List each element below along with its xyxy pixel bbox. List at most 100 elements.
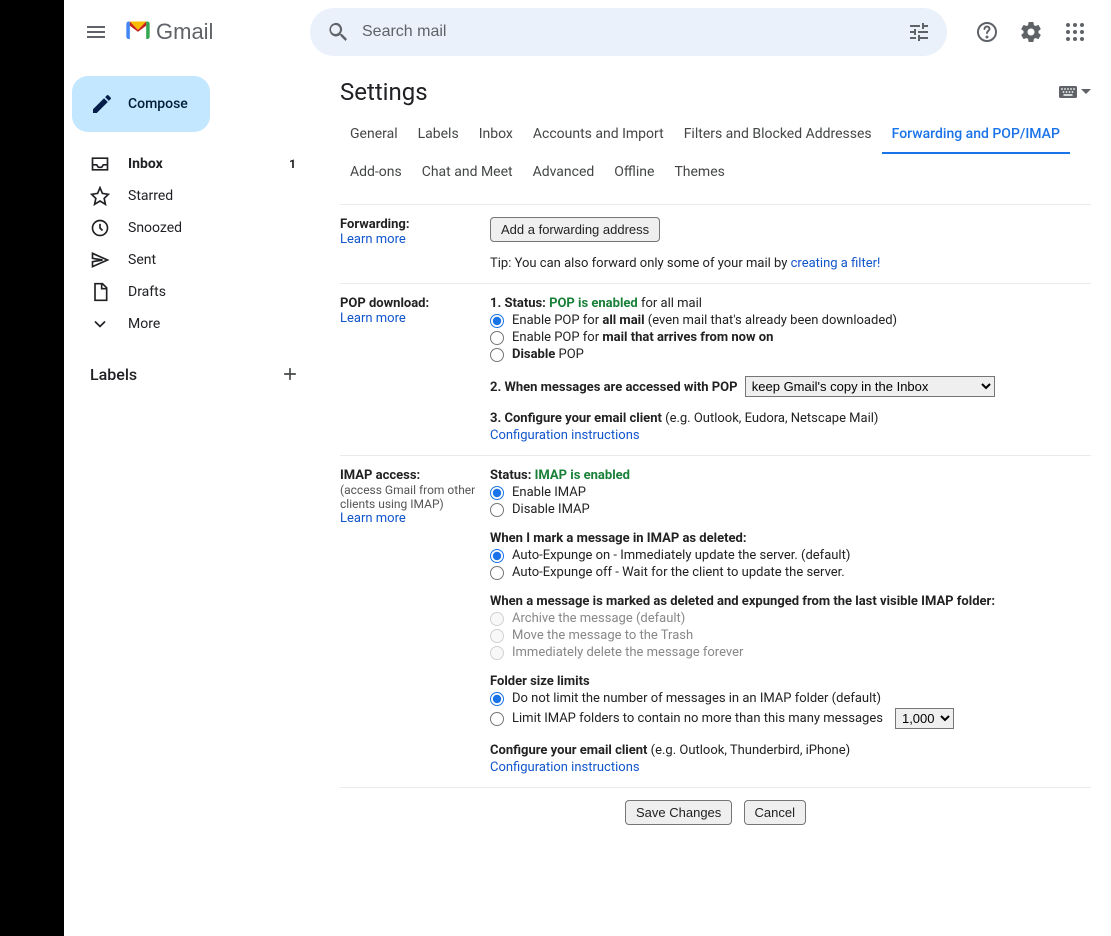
pop-action-select[interactable]: keep Gmail's copy in the Inbox xyxy=(745,376,995,397)
imap-deleted-heading: When I mark a message in IMAP as deleted… xyxy=(490,531,1091,546)
pop-enable-all-radio[interactable] xyxy=(490,314,504,328)
imap-expunged-heading: When a message is marked as deleted and … xyxy=(490,594,1091,609)
sidebar-item-label: Starred xyxy=(128,188,296,204)
expunge-trash-radio xyxy=(490,629,504,643)
chevron-down-icon xyxy=(90,314,110,334)
auto-expunge-on-radio[interactable] xyxy=(490,549,504,563)
sidebar-item-inbox[interactable]: Inbox 1 xyxy=(64,148,308,180)
imap-configure-heading: Configure your email client (e.g. Outloo… xyxy=(490,743,1091,758)
tune-icon xyxy=(907,20,931,44)
search-options-button[interactable] xyxy=(899,12,939,52)
forwarding-tip: Tip: You can also forward only some of y… xyxy=(490,256,1091,271)
sidebar-item-more[interactable]: More xyxy=(64,308,308,340)
search-button[interactable] xyxy=(318,12,358,52)
header: Gmail xyxy=(64,0,1111,64)
tab-filters[interactable]: Filters and Blocked Addresses xyxy=(674,116,882,154)
pencil-icon xyxy=(90,92,114,116)
pop-disable-option[interactable]: Disable POP xyxy=(490,347,1091,362)
tab-general[interactable]: General xyxy=(340,116,408,154)
labels-header: Labels xyxy=(64,356,320,392)
sidebar-item-snoozed[interactable]: Snoozed xyxy=(64,212,308,244)
auto-expunge-on-option[interactable]: Auto-Expunge on - Immediately update the… xyxy=(490,548,1091,563)
tab-chat-meet[interactable]: Chat and Meet xyxy=(412,154,523,192)
imap-disable-radio[interactable] xyxy=(490,503,504,517)
sidebar-item-starred[interactable]: Starred xyxy=(64,180,308,212)
dropdown-arrow-icon xyxy=(1081,87,1091,97)
imap-learn-more-link[interactable]: Learn more xyxy=(340,511,406,526)
plus-icon xyxy=(280,364,300,384)
expunge-archive-radio xyxy=(490,612,504,626)
pop-disable-radio[interactable] xyxy=(490,348,504,362)
auto-expunge-off-option[interactable]: Auto-Expunge off - Wait for the client t… xyxy=(490,565,1091,580)
imap-note: (access Gmail from other clients using I… xyxy=(340,483,482,511)
add-label-button[interactable] xyxy=(276,360,304,388)
pop-enable-all-option[interactable]: Enable POP for all mail (even mail that'… xyxy=(490,313,1091,328)
hamburger-icon xyxy=(84,20,108,44)
support-button[interactable] xyxy=(967,12,1007,52)
auto-expunge-off-radio[interactable] xyxy=(490,566,504,580)
search-bar[interactable] xyxy=(310,8,947,56)
tab-inbox[interactable]: Inbox xyxy=(469,116,523,154)
save-changes-button[interactable]: Save Changes xyxy=(625,800,732,825)
tab-advanced[interactable]: Advanced xyxy=(523,154,605,192)
forwarding-learn-more-link[interactable]: Learn more xyxy=(340,232,406,247)
gmail-m-icon xyxy=(124,18,152,46)
sidebar-item-drafts[interactable]: Drafts xyxy=(64,276,308,308)
pop-q3-heading: 3. Configure your email client (e.g. Out… xyxy=(490,411,1091,426)
folder-limit-radio[interactable] xyxy=(490,712,504,726)
sidebar-item-label: Inbox xyxy=(128,156,271,172)
tab-addons[interactable]: Add-ons xyxy=(340,154,412,192)
sidebar-item-sent[interactable]: Sent xyxy=(64,244,308,276)
page-title: Settings xyxy=(340,78,428,106)
imap-config-instructions-link[interactable]: Configuration instructions xyxy=(490,760,640,775)
footer-actions: Save Changes Cancel xyxy=(340,787,1091,837)
section-pop: POP download: Learn more 1. Status: POP … xyxy=(340,283,1091,455)
section-forwarding: Forwarding: Learn more Add a forwarding … xyxy=(340,204,1091,283)
folder-no-limit-radio[interactable] xyxy=(490,692,504,706)
settings-tabs-row1: General Labels Inbox Accounts and Import… xyxy=(320,116,1111,154)
sidebar-item-label: Snoozed xyxy=(128,220,296,236)
imap-disable-option[interactable]: Disable IMAP xyxy=(490,502,1091,517)
gear-icon xyxy=(1019,20,1043,44)
tab-forwarding-pop-imap[interactable]: Forwarding and POP/IMAP xyxy=(882,116,1070,154)
imap-enable-option[interactable]: Enable IMAP xyxy=(490,485,1091,500)
apps-button[interactable] xyxy=(1055,12,1095,52)
clock-icon xyxy=(90,218,110,238)
tab-accounts[interactable]: Accounts and Import xyxy=(523,116,674,154)
input-tools-button[interactable] xyxy=(1059,85,1091,99)
expunge-trash-option: Move the message to the Trash xyxy=(490,628,1091,643)
pop-config-instructions-link[interactable]: Configuration instructions xyxy=(490,428,640,443)
gmail-logo[interactable]: Gmail xyxy=(120,18,300,46)
folder-limit-option[interactable]: Limit IMAP folders to contain no more th… xyxy=(490,708,1091,729)
search-input[interactable] xyxy=(358,23,899,41)
settings-tabs-row2: Add-ons Chat and Meet Advanced Offline T… xyxy=(320,154,1111,200)
imap-heading: IMAP access: xyxy=(340,468,482,483)
pop-status: 1. Status: POP is enabled for all mail xyxy=(490,296,1091,311)
pop-heading: POP download: xyxy=(340,296,482,311)
keyboard-icon xyxy=(1059,85,1077,99)
main-content: Settings General Labels Inbox Accounts a… xyxy=(320,64,1111,936)
expunge-delete-option: Immediately delete the message forever xyxy=(490,645,1091,660)
sidebar-item-label: More xyxy=(128,316,296,332)
main-menu-button[interactable] xyxy=(72,8,120,56)
star-icon xyxy=(90,186,110,206)
cancel-button[interactable]: Cancel xyxy=(744,800,806,825)
compose-button[interactable]: Compose xyxy=(72,76,210,132)
pop-enable-new-option[interactable]: Enable POP for mail that arrives from no… xyxy=(490,330,1091,345)
expunge-delete-radio xyxy=(490,646,504,660)
file-icon xyxy=(90,282,110,302)
pop-learn-more-link[interactable]: Learn more xyxy=(340,311,406,326)
creating-filter-link[interactable]: creating a filter! xyxy=(791,256,881,271)
add-forwarding-address-button[interactable]: Add a forwarding address xyxy=(490,217,660,242)
tab-offline[interactable]: Offline xyxy=(604,154,664,192)
inbox-icon xyxy=(90,154,110,174)
left-black-bar xyxy=(0,0,64,936)
imap-enable-radio[interactable] xyxy=(490,486,504,500)
settings-button[interactable] xyxy=(1011,12,1051,52)
folder-limit-select[interactable]: 1,000 xyxy=(895,708,954,729)
tab-themes[interactable]: Themes xyxy=(664,154,734,192)
tab-labels[interactable]: Labels xyxy=(408,116,469,154)
folder-no-limit-option[interactable]: Do not limit the number of messages in a… xyxy=(490,691,1091,706)
pop-enable-new-radio[interactable] xyxy=(490,331,504,345)
search-icon xyxy=(326,20,350,44)
